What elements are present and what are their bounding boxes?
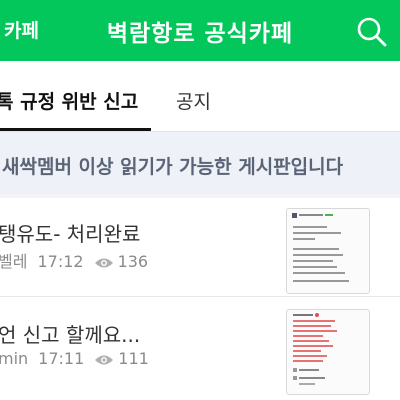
post-meta: min 17:11 111 xyxy=(0,349,149,368)
thumbnail-image xyxy=(292,213,349,282)
list-item[interactable]: 언 신고 할께요... min 17:11 111 xyxy=(0,297,400,400)
search-button[interactable] xyxy=(352,12,392,52)
cafe-title[interactable]: 벽람항로 공식카페 xyxy=(0,14,400,48)
post-thumbnail[interactable] xyxy=(286,208,370,294)
board-permission-notice: 새싹멤버 이상 읽기가 가능한 게시판입니다 xyxy=(0,132,400,194)
eye-icon xyxy=(94,258,113,268)
notice-text: 새싹멤버 이상 읽기가 가능한 게시판입니다 xyxy=(2,156,344,178)
tab-notice[interactable]: 공지 xyxy=(176,87,211,114)
post-time: 17:12 xyxy=(37,252,84,271)
post-title: 탱유도- 처리완료 xyxy=(0,222,141,246)
post-views: 111 xyxy=(118,349,149,368)
search-icon xyxy=(357,17,387,47)
post-time: 17:11 xyxy=(38,349,85,368)
post-views: 136 xyxy=(117,252,149,271)
post-meta: 벨레 17:12 136 xyxy=(0,248,148,272)
post-title: 언 신고 할께요... xyxy=(0,323,141,347)
tab-violation-report[interactable]: 톡 규정 위반 신고 xyxy=(0,87,138,114)
eye-icon xyxy=(95,355,114,365)
post-author: min xyxy=(0,349,29,368)
board-tabs: 톡 규정 위반 신고 공지 xyxy=(0,61,400,131)
post-author: 벨레 xyxy=(0,252,28,271)
top-app-bar: 카페 벽람항로 공식카페 xyxy=(0,0,400,61)
thumbnail-image xyxy=(293,313,337,385)
list-item[interactable]: 탱유도- 처리완료 벨레 17:12 136 xyxy=(0,198,400,296)
post-thumbnail[interactable] xyxy=(286,309,370,395)
